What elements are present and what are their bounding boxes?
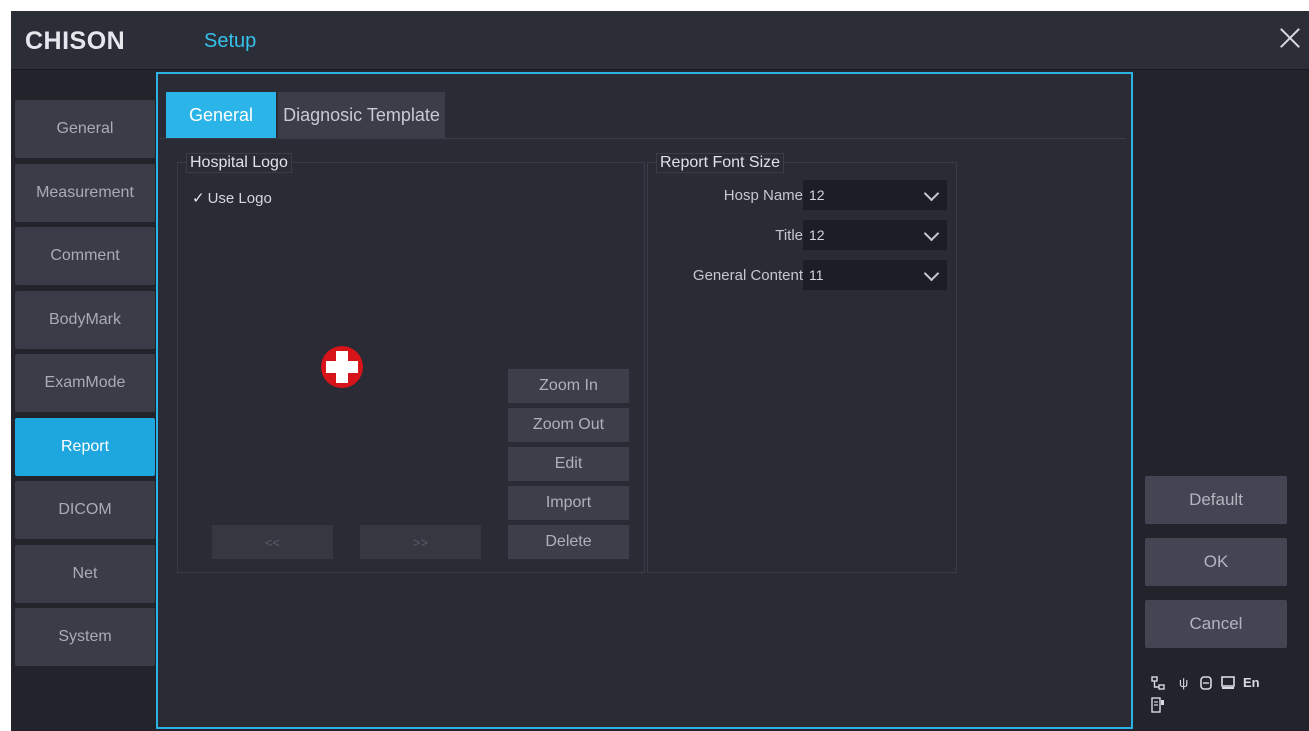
sidebar-item-comment[interactable]: Comment (15, 227, 155, 285)
hosp-name-font-value: 12 (809, 187, 825, 203)
network-icon (1151, 676, 1165, 690)
report-font-size-group: Report Font Size Hosp Name 12 Title 12 G… (647, 153, 957, 573)
delete-button[interactable]: Delete (508, 525, 629, 559)
title-font-select[interactable]: 12 (803, 220, 947, 250)
title-label: Title (775, 227, 803, 244)
hospital-logo-group: Hospital Logo ✓ Use Logo Zoom In Zoom Ou… (177, 153, 645, 573)
use-logo-label: Use Logo (207, 189, 272, 207)
usb-icon: ψ (1179, 675, 1189, 690)
hosp-name-label: Hosp Name (723, 187, 803, 204)
sidebar-item-general[interactable]: General (15, 100, 155, 158)
default-button[interactable]: Default (1145, 476, 1287, 524)
tab-general[interactable]: General (166, 92, 276, 138)
import-button[interactable]: Import (508, 486, 629, 520)
setup-window: CHISON Setup General Measurement Comment… (11, 11, 1309, 731)
sidebar-item-net[interactable]: Net (15, 545, 155, 603)
logo-preview-image (321, 346, 363, 388)
checkmark-icon: ✓ (192, 190, 205, 207)
general-content-font-select[interactable]: 11 (803, 260, 947, 290)
previous-logo-button[interactable]: << (212, 525, 333, 559)
brand-logo: CHISON (25, 27, 126, 55)
report-font-size-title: Report Font Size (656, 153, 785, 173)
sidebar-item-exammode[interactable]: ExamMode (15, 354, 155, 412)
close-icon[interactable] (1277, 25, 1303, 51)
printer-icon (1151, 697, 1164, 713)
hosp-name-font-select[interactable]: 12 (803, 180, 947, 210)
chevron-down-icon (923, 225, 940, 242)
monitor-icon (1221, 676, 1235, 689)
general-content-label: General Content (692, 267, 803, 284)
sidebar-item-report[interactable]: Report (15, 418, 155, 476)
zoom-in-button[interactable]: Zoom In (508, 369, 629, 403)
sidebar-item-dicom[interactable]: DICOM (15, 481, 155, 539)
use-logo-checkbox[interactable]: ✓ Use Logo (192, 189, 272, 208)
hospital-logo-title: Hospital Logo (186, 153, 292, 173)
storage-icon (1200, 676, 1212, 690)
chevron-down-icon (923, 265, 940, 282)
ok-button[interactable]: OK (1145, 538, 1287, 586)
edit-button[interactable]: Edit (508, 447, 629, 481)
sidebar-item-bodymark[interactable]: BodyMark (15, 291, 155, 349)
title-font-value: 12 (809, 227, 825, 243)
tab-bar: General Diagnosic Template (160, 76, 1126, 139)
tab-diagnosic-template[interactable]: Diagnosic Template (278, 92, 445, 138)
cancel-button[interactable]: Cancel (1145, 600, 1287, 648)
language-indicator: En (1243, 675, 1260, 690)
settings-panel: General Diagnosic Template Hospital Logo… (156, 72, 1133, 729)
chevron-down-icon (923, 185, 940, 202)
general-content-font-value: 11 (809, 267, 824, 283)
next-logo-button[interactable]: >> (360, 525, 481, 559)
sidebar-item-measurement[interactable]: Measurement (15, 164, 155, 222)
sidebar-item-system[interactable]: System (15, 608, 155, 666)
title-bar: CHISON Setup (11, 11, 1309, 70)
window-title: Setup (204, 30, 257, 52)
zoom-out-button[interactable]: Zoom Out (508, 408, 629, 442)
